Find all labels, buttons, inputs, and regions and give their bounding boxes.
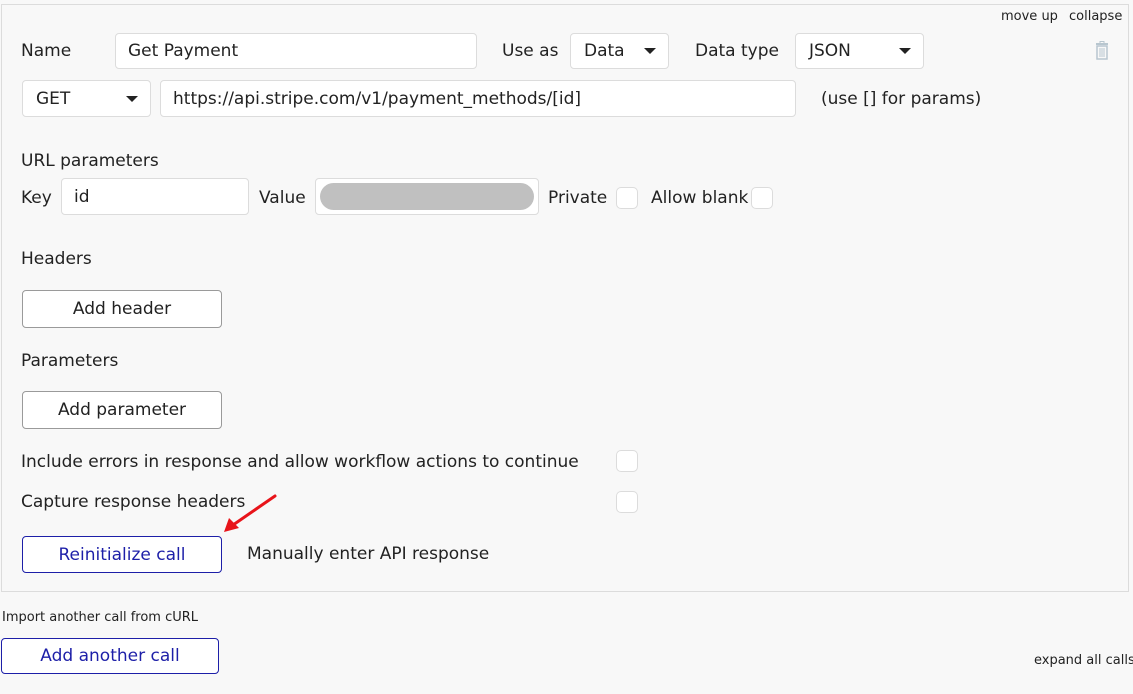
chevron-down-icon (644, 48, 656, 54)
import-curl-link[interactable]: Import another call from cURL (2, 610, 198, 625)
capture-headers-label: Capture response headers (21, 492, 246, 512)
chevron-down-icon (126, 95, 138, 102)
url-parameters-title: URL parameters (21, 151, 159, 171)
chevron-down-icon (899, 48, 911, 54)
collapse-link[interactable]: collapse (1069, 9, 1122, 24)
key-label: Key (21, 188, 52, 208)
capture-headers-checkbox[interactable] (616, 491, 638, 513)
add-another-call-button[interactable]: Add another call (1, 638, 219, 674)
private-checkbox[interactable] (616, 187, 638, 209)
use-as-dropdown[interactable]: Data (570, 33, 669, 69)
add-parameter-button[interactable]: Add parameter (22, 391, 222, 429)
use-as-value: Data (584, 41, 625, 61)
allow-blank-checkbox[interactable] (751, 187, 773, 209)
parameters-title: Parameters (21, 351, 119, 371)
trash-icon[interactable] (1093, 41, 1111, 61)
api-call-panel: move up collapse Name Get Payment Use as… (1, 4, 1129, 592)
key-input[interactable]: id (61, 178, 249, 215)
name-input-value: Get Payment (128, 41, 239, 61)
data-type-label: Data type (695, 41, 779, 61)
headers-title: Headers (21, 249, 92, 269)
data-type-value: JSON (809, 41, 851, 61)
method-value: GET (36, 88, 71, 109)
url-hint: (use [] for params) (821, 89, 982, 109)
private-label: Private (548, 188, 608, 208)
expand-all-calls-link[interactable]: expand all calls (1034, 653, 1133, 668)
reinitialize-call-label: Reinitialize call (58, 544, 186, 565)
url-input[interactable]: https://api.stripe.com/v1/payment_method… (160, 80, 796, 117)
add-another-call-label: Add another call (40, 646, 180, 666)
include-errors-label: Include errors in response and allow wor… (21, 452, 579, 472)
add-header-label: Add header (72, 299, 172, 319)
value-label: Value (259, 188, 306, 208)
add-parameter-label: Add parameter (57, 400, 187, 420)
annotation-arrow-icon (224, 494, 277, 532)
reinitialize-call-button[interactable]: Reinitialize call (22, 536, 222, 573)
use-as-label: Use as (502, 41, 559, 61)
url-input-value: https://api.stripe.com/v1/payment_method… (173, 88, 582, 109)
value-input[interactable] (315, 178, 539, 215)
name-input[interactable]: Get Payment (115, 33, 477, 69)
manual-response-link[interactable]: Manually enter API response (247, 544, 489, 564)
data-type-dropdown[interactable]: JSON (795, 33, 924, 69)
move-up-link[interactable]: move up (1001, 9, 1058, 24)
method-dropdown[interactable]: GET (22, 80, 151, 117)
name-label: Name (21, 41, 72, 61)
key-input-value: id (74, 186, 90, 207)
include-errors-checkbox[interactable] (616, 450, 638, 472)
allow-blank-label: Allow blank (651, 188, 749, 208)
add-header-button[interactable]: Add header (22, 290, 222, 328)
redacted-value (320, 183, 534, 210)
